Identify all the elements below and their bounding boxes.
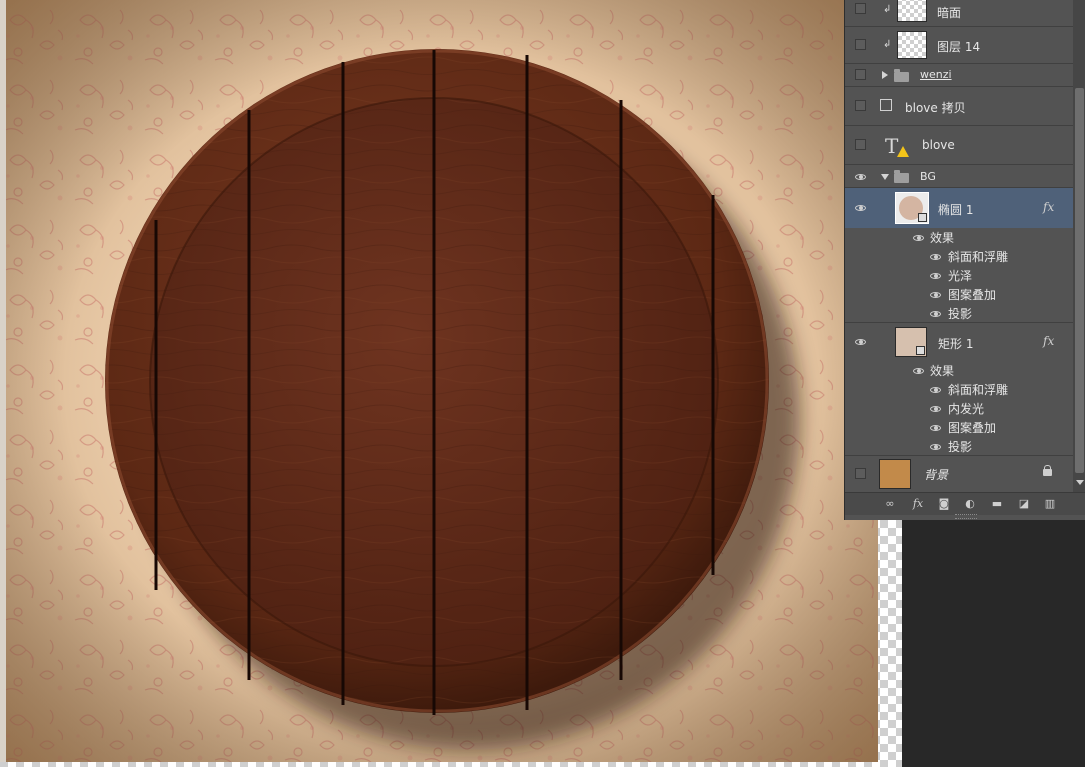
pasteboard-area	[902, 520, 1085, 767]
eye-icon[interactable]	[854, 172, 868, 182]
eye-icon[interactable]	[854, 203, 868, 213]
adjustment-icon[interactable]: ◐	[963, 497, 977, 510]
visibility-toggle[interactable]	[855, 69, 866, 80]
panel-resize-grip[interactable]	[955, 514, 977, 519]
fx-icon[interactable]: fx	[1043, 200, 1054, 214]
eye-icon[interactable]	[929, 290, 943, 300]
effect-row[interactable]: 投影	[845, 304, 1073, 323]
scrollbar-thumb[interactable]	[1075, 88, 1084, 473]
visibility-toggle[interactable]	[855, 139, 866, 150]
effects-header[interactable]: 效果	[845, 228, 1073, 247]
folder-icon[interactable]: ▬	[990, 497, 1004, 510]
fx-icon[interactable]: fx	[907, 497, 929, 510]
clip-arrow-icon: ↲	[883, 4, 892, 15]
layer-name[interactable]: wenzi	[920, 68, 952, 81]
layers-toolbar: ∞ fx ◙ ◐ ▬ ◪ ▥	[845, 492, 1085, 515]
layer-row-rectangle-1[interactable]: 矩形 1 fx	[845, 323, 1073, 361]
effects-label: 效果	[930, 364, 955, 378]
vector-mask-icon	[918, 213, 927, 222]
eye-icon[interactable]	[929, 252, 943, 262]
layer-thumbnail	[897, 0, 927, 22]
lock-shackle	[1044, 465, 1051, 471]
effect-row[interactable]: 光泽	[845, 266, 1073, 285]
effect-label: 投影	[948, 440, 973, 454]
fx-icon[interactable]: fx	[1043, 334, 1054, 348]
layer-name[interactable]: blove 拷贝	[905, 99, 966, 116]
visibility-toggle[interactable]	[855, 468, 866, 479]
eye-icon[interactable]	[929, 385, 943, 395]
layer-name[interactable]: 矩形 1	[938, 335, 973, 352]
layer-thumbnail	[895, 327, 927, 357]
eye-icon[interactable]	[929, 423, 943, 433]
layer-row-blove[interactable]: T blove	[845, 126, 1073, 165]
layer-name[interactable]: 背景	[924, 466, 948, 483]
link-icon[interactable]: ∞	[883, 497, 897, 510]
scroll-down-arrow-icon[interactable]	[1076, 480, 1084, 485]
effect-label: 内发光	[948, 402, 985, 416]
effect-row[interactable]: 图案叠加	[845, 418, 1073, 437]
layers-scrollbar[interactable]	[1073, 0, 1085, 492]
effect-label: 斜面和浮雕	[948, 250, 1009, 264]
effects-label: 效果	[930, 231, 955, 245]
layer-name[interactable]: BG	[920, 170, 936, 183]
effect-row[interactable]: 投影	[845, 437, 1073, 456]
warning-icon	[897, 146, 909, 157]
layer-thumbnail	[879, 459, 911, 489]
effect-label: 投影	[948, 307, 973, 321]
layer-row-ellipse-1[interactable]: 椭圆 1 fx	[845, 188, 1073, 228]
vector-mask-icon	[916, 346, 925, 355]
layer-row-bg-group[interactable]: BG	[845, 165, 1073, 188]
layer-row-wenzi-group[interactable]: wenzi	[845, 64, 1073, 87]
layer-name[interactable]: blove	[922, 138, 955, 152]
layer-row-blove-copy[interactable]: blove 拷贝	[845, 87, 1073, 126]
effect-label: 图案叠加	[948, 421, 997, 435]
layer-row-background[interactable]: 背景	[845, 456, 1073, 492]
visibility-toggle[interactable]	[855, 39, 866, 50]
effect-row[interactable]: 斜面和浮雕	[845, 247, 1073, 266]
effect-row[interactable]: 斜面和浮雕	[845, 380, 1073, 399]
layer-name[interactable]: 暗面	[937, 4, 961, 21]
smart-object-icon	[880, 99, 892, 111]
mask-icon[interactable]: ◙	[937, 497, 951, 510]
layers-panel[interactable]: ↲ 暗面 ↲ 图层 14 wenzi blove 拷贝 T blove BG 椭…	[844, 0, 1085, 520]
clip-arrow-icon: ↲	[883, 39, 892, 50]
layer-row-dark-side[interactable]: ↲ 暗面	[845, 0, 1073, 27]
effect-label: 图案叠加	[948, 288, 997, 302]
visibility-toggle[interactable]	[855, 3, 866, 14]
eye-icon[interactable]	[912, 233, 926, 243]
eye-icon[interactable]	[929, 271, 943, 281]
trash-icon[interactable]: ▥	[1043, 497, 1057, 510]
eye-icon[interactable]	[929, 309, 943, 319]
effect-row[interactable]: 内发光	[845, 399, 1073, 418]
artwork	[6, 0, 878, 762]
layer-name[interactable]: 椭圆 1	[938, 201, 973, 218]
effect-label: 光泽	[948, 269, 973, 283]
eye-icon[interactable]	[929, 404, 943, 414]
effect-row[interactable]: 图案叠加	[845, 285, 1073, 304]
effects-header[interactable]: 效果	[845, 361, 1073, 380]
folder-icon	[894, 170, 909, 183]
folder-icon	[894, 69, 909, 82]
layer-thumbnail	[895, 192, 929, 224]
eye-icon[interactable]	[854, 337, 868, 347]
eye-icon[interactable]	[912, 366, 926, 376]
layer-row-layer-14[interactable]: ↲ 图层 14	[845, 27, 1073, 64]
layer-thumbnail	[897, 31, 927, 59]
eye-icon[interactable]	[929, 442, 943, 452]
new-layer-icon[interactable]: ◪	[1017, 497, 1031, 510]
expand-arrow-icon[interactable]	[882, 71, 888, 79]
visibility-toggle[interactable]	[855, 100, 866, 111]
effect-label: 斜面和浮雕	[948, 383, 1009, 397]
layer-name[interactable]: 图层 14	[937, 38, 980, 55]
collapse-arrow-icon[interactable]	[881, 174, 889, 180]
